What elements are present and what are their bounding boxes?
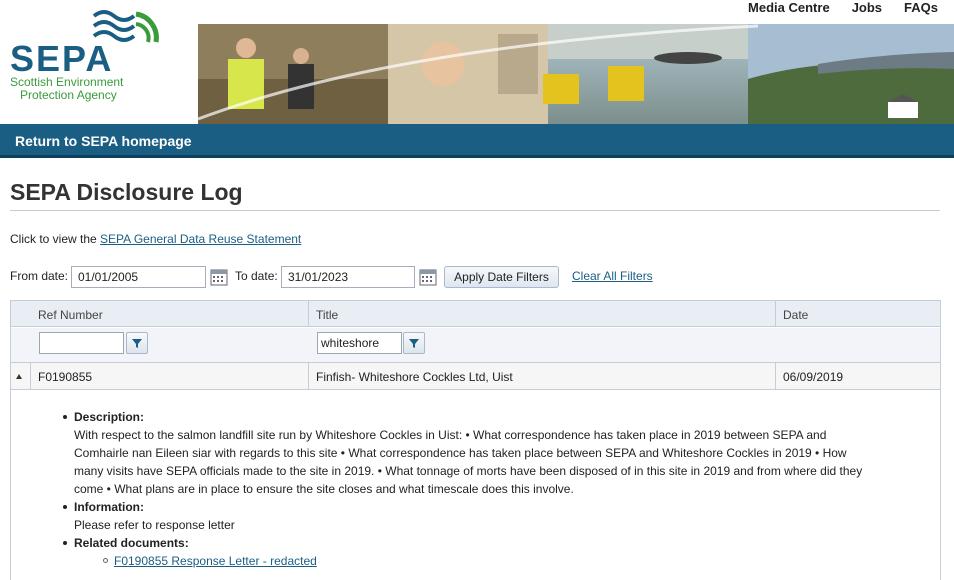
reuse-statement-link[interactable]: SEPA General Data Reuse Statement (100, 232, 301, 246)
from-date-label: From date: (10, 269, 69, 283)
clear-all-filters-link[interactable]: Clear All Filters (572, 269, 653, 283)
list-item: Description: With respect to the salmon … (63, 408, 874, 498)
bullet-icon (63, 505, 67, 509)
row-title: Finfish- Whiteshore Cockles Ltd, Uist (316, 370, 513, 384)
row-date: 06/09/2019 (783, 370, 844, 384)
header-banner-image (198, 24, 954, 124)
site-header: SEPA Scottish Environment Protection Age… (0, 0, 954, 124)
information-label: Information: (74, 500, 144, 514)
collapse-arrow-icon[interactable] (16, 374, 22, 379)
ref-filter-button[interactable] (126, 332, 148, 354)
row-divider (308, 363, 309, 390)
column-divider (775, 301, 776, 327)
bullet-icon (63, 541, 67, 545)
column-divider (308, 301, 309, 327)
reuse-prefix: Click to view the (10, 232, 101, 246)
column-header-title[interactable]: Title (316, 308, 338, 322)
top-navigation: Media Centre Jobs FAQs (748, 0, 938, 15)
information-text: Please refer to response letter (74, 518, 235, 532)
title-filter-button[interactable] (403, 332, 425, 354)
date-filters: From date: To date: Apply Date Filters C… (10, 266, 950, 288)
disclosure-grid: Ref Number Title Date F0190855 Finfish- … (10, 300, 941, 580)
to-date-input[interactable] (281, 266, 415, 288)
return-home-link[interactable]: Return to SEPA homepage (15, 133, 192, 149)
to-date-label: To date: (235, 269, 278, 283)
row-detail-panel: Description: With respect to the salmon … (11, 391, 940, 580)
related-documents-label: Related documents: (74, 536, 189, 550)
circle-bullet-icon (103, 558, 108, 563)
sepa-logo[interactable]: SEPA Scottish Environment Protection Age… (4, 4, 204, 114)
list-item: Related documents: F0190855 Response Let… (63, 534, 874, 570)
description-label: Description: (74, 410, 145, 424)
grid-header: Ref Number Title Date (11, 301, 940, 327)
row-divider (775, 363, 776, 390)
table-row[interactable]: F0190855 Finfish- Whiteshore Cockles Ltd… (11, 363, 940, 390)
from-date-input[interactable] (71, 266, 206, 288)
related-document-item: F0190855 Response Letter - redacted (103, 552, 874, 570)
description-text: With respect to the salmon landfill site… (74, 428, 863, 496)
bullet-icon (63, 415, 67, 419)
filter-icon (132, 339, 142, 348)
title-divider (10, 210, 940, 211)
row-ref-number: F0190855 (38, 370, 93, 384)
nav-media-centre[interactable]: Media Centre (748, 0, 830, 15)
ref-filter-input[interactable] (39, 332, 124, 354)
row-divider (30, 363, 31, 390)
grid-filter-row (11, 328, 940, 363)
list-item: Information: Please refer to response le… (63, 498, 874, 534)
response-letter-link[interactable]: F0190855 Response Letter - redacted (114, 554, 317, 568)
home-bar: Return to SEPA homepage (0, 124, 954, 158)
filter-icon (409, 339, 419, 348)
apply-date-filters-button[interactable]: Apply Date Filters (444, 266, 559, 288)
calendar-icon[interactable] (210, 268, 228, 286)
title-filter-input[interactable] (317, 332, 402, 354)
detail-list: Description: With respect to the salmon … (63, 408, 874, 570)
reuse-statement: Click to view the SEPA General Data Reus… (10, 232, 301, 246)
nav-jobs[interactable]: Jobs (852, 0, 882, 15)
logo-subtitle: Scottish Environment Protection Agency (10, 76, 123, 102)
column-header-date[interactable]: Date (783, 308, 808, 322)
calendar-icon[interactable] (419, 268, 437, 286)
column-header-ref[interactable]: Ref Number (38, 308, 103, 322)
page-title: SEPA Disclosure Log (10, 179, 243, 205)
logo-text: SEPA (10, 38, 114, 79)
logo-subtitle-line2: Protection Agency (20, 88, 117, 102)
nav-faqs[interactable]: FAQs (904, 0, 938, 15)
